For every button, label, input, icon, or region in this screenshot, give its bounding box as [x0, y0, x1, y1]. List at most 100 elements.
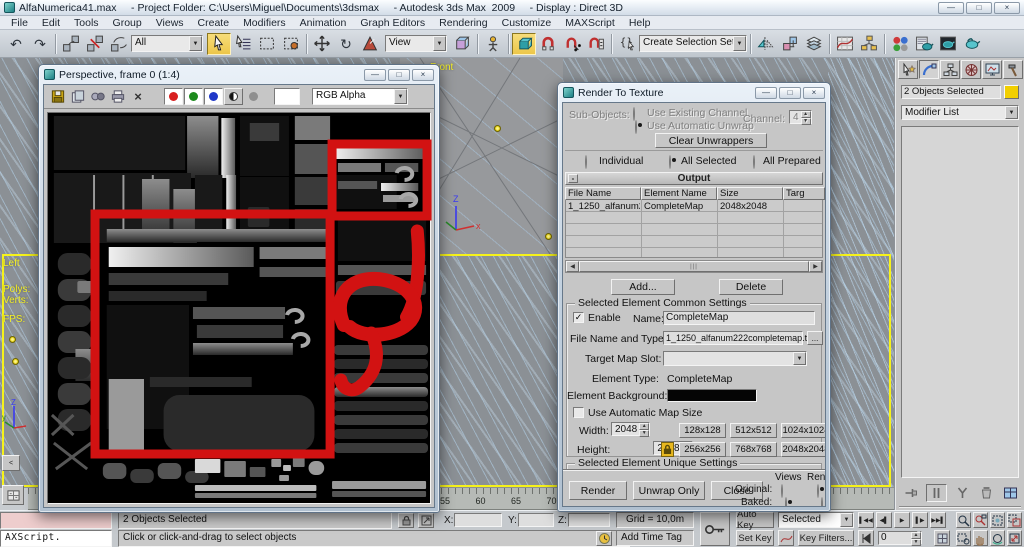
browse-button[interactable]: ...: [807, 331, 823, 345]
chevron-down-icon[interactable]: ▼: [733, 36, 746, 51]
chevron-down-icon[interactable]: ▼: [840, 513, 853, 527]
viewport-label[interactable]: Left: [3, 258, 20, 269]
output-column-file-name[interactable]: File Name: [565, 187, 641, 200]
zoom-extents-icon[interactable]: [990, 512, 1005, 528]
z-coordinate-field[interactable]: [568, 513, 610, 527]
rtt-titlebar[interactable]: Render To Texture — □ ×: [558, 83, 830, 102]
percent-snap-icon[interactable]: [560, 33, 584, 55]
unlink-selection-icon[interactable]: [83, 33, 107, 55]
selection-name-field[interactable]: 2 Objects Selected: [901, 85, 1001, 99]
output-table-body[interactable]: 1_1250_alfanum2... CompleteMap 2048x2048: [565, 200, 823, 258]
menu-group[interactable]: Group: [106, 17, 149, 29]
output-row-cell[interactable]: CompleteMap: [644, 201, 716, 212]
render-window-titlebar[interactable]: Perspective, frame 0 (1:4) — □ ×: [39, 65, 439, 84]
chevron-down-icon[interactable]: ▼: [793, 352, 806, 365]
select-by-name-icon[interactable]: [231, 33, 255, 55]
bind-to-spacewarp-icon[interactable]: [107, 33, 131, 55]
use-existing-channel-radio[interactable]: [633, 107, 635, 121]
select-and-manipulate-icon[interactable]: [481, 33, 505, 55]
maximize-button[interactable]: □: [388, 69, 410, 81]
redo-icon[interactable]: ↷: [28, 33, 52, 55]
collapse-icon[interactable]: -: [568, 174, 578, 183]
select-object-icon[interactable]: [207, 33, 231, 55]
macro-recorder-pane[interactable]: [0, 512, 112, 529]
maximize-button[interactable]: □: [779, 87, 801, 99]
delete-button[interactable]: Delete: [719, 279, 783, 295]
output-column-size[interactable]: Size: [717, 187, 783, 200]
menu-tools[interactable]: Tools: [67, 17, 106, 29]
menu-animation[interactable]: Animation: [293, 17, 354, 29]
angle-snap-icon[interactable]: [536, 33, 560, 55]
select-and-rotate-icon[interactable]: ↻: [334, 33, 358, 55]
zoom-region-icon[interactable]: [956, 530, 971, 546]
clear-unwrappers-button[interactable]: Clear Unwrappers: [655, 133, 767, 148]
output-column-targ[interactable]: Targ: [783, 187, 825, 200]
baked-views-radio[interactable]: [785, 497, 787, 507]
size-preset-256x256[interactable]: 256x256: [679, 442, 726, 457]
modifier-stack-list[interactable]: [901, 126, 1019, 478]
close-button[interactable]: ×: [803, 87, 825, 99]
print-icon[interactable]: [108, 87, 128, 107]
file-name-input[interactable]: 1_1250_alfanum222completemap.tg: [663, 331, 803, 345]
arc-rotate-icon[interactable]: [990, 530, 1005, 546]
target-map-slot-combo[interactable]: ▼: [663, 351, 807, 366]
omni-light-icon[interactable]: [12, 358, 19, 365]
menu-views[interactable]: Views: [149, 17, 191, 29]
mini-track-icon[interactable]: [2, 485, 24, 505]
size-preset-1024x1024[interactable]: 1024x1024: [781, 423, 826, 438]
restore-button[interactable]: □: [966, 2, 992, 14]
use-automatic-unwrap-radio[interactable]: [635, 120, 637, 134]
output-row-cell[interactable]: 1_1250_alfanum2...: [568, 201, 640, 212]
menu-customize[interactable]: Customize: [495, 17, 559, 29]
zoom-icon[interactable]: [956, 512, 971, 528]
minimize-button[interactable]: —: [364, 69, 386, 81]
chevron-down-icon[interactable]: ▼: [394, 89, 407, 104]
absolute-offset-mode-icon[interactable]: [418, 513, 434, 528]
clone-window-icon[interactable]: [68, 87, 88, 107]
tab-hierarchy[interactable]: [940, 60, 960, 79]
selection-set-combo[interactable]: Selected▼: [778, 512, 854, 528]
name-input[interactable]: CompleteMap: [663, 311, 815, 325]
save-bitmap-icon[interactable]: [48, 87, 68, 107]
reference-coordinate-combo[interactable]: View▼: [385, 35, 447, 52]
baked-render-radio[interactable]: [821, 497, 823, 507]
close-button[interactable]: ×: [994, 2, 1020, 14]
tab-motion[interactable]: [961, 60, 981, 79]
default-in-out-tangent-icon[interactable]: [778, 530, 794, 546]
x-coordinate-field[interactable]: [454, 513, 502, 527]
output-row-cell[interactable]: 2048x2048: [720, 201, 782, 212]
menu-maxscript[interactable]: MAXScript: [558, 17, 622, 29]
tab-utilities[interactable]: [1003, 60, 1023, 79]
configure-modifier-sets-icon[interactable]: [1000, 484, 1021, 502]
channel-display-icon[interactable]: [88, 87, 108, 107]
menu-help[interactable]: Help: [622, 17, 658, 29]
set-key-button[interactable]: Set Key: [736, 530, 774, 546]
menu-modifiers[interactable]: Modifiers: [236, 17, 293, 29]
chevron-down-icon[interactable]: ▼: [433, 36, 446, 51]
scroll-left-icon[interactable]: ◀: [566, 261, 579, 272]
omni-light-icon[interactable]: [9, 336, 16, 343]
rendered-frame-window-icon[interactable]: [936, 33, 960, 55]
minimize-button[interactable]: —: [938, 2, 964, 14]
original-render-radio[interactable]: [817, 484, 819, 498]
minimize-button[interactable]: —: [755, 87, 777, 99]
pan-hand-icon[interactable]: [973, 530, 988, 546]
render-setup-icon[interactable]: [912, 33, 936, 55]
previous-frame-button[interactable]: ◀▌: [876, 512, 892, 528]
unwrap-only-button[interactable]: Unwrap Only: [633, 481, 705, 500]
set-keys-button[interactable]: [700, 512, 730, 546]
select-and-scale-icon[interactable]: [358, 33, 382, 55]
object-color-swatch[interactable]: [1004, 85, 1019, 99]
omni-light-icon[interactable]: [545, 233, 552, 240]
add-time-tag[interactable]: Add Time Tag: [616, 530, 694, 546]
chevron-down-icon[interactable]: ▼: [1005, 106, 1018, 119]
curve-editor-icon[interactable]: [833, 33, 857, 55]
pin-stack-icon[interactable]: [900, 484, 921, 502]
spinner-snap-icon[interactable]: [584, 33, 608, 55]
go-to-end-button[interactable]: ▶▶▌: [930, 512, 946, 528]
all-prepared-radio[interactable]: [753, 155, 755, 169]
selection-lock-icon[interactable]: [398, 513, 414, 528]
monochrome-button[interactable]: [224, 88, 243, 105]
render-button[interactable]: Render: [569, 481, 627, 500]
select-and-link-icon[interactable]: [59, 33, 83, 55]
